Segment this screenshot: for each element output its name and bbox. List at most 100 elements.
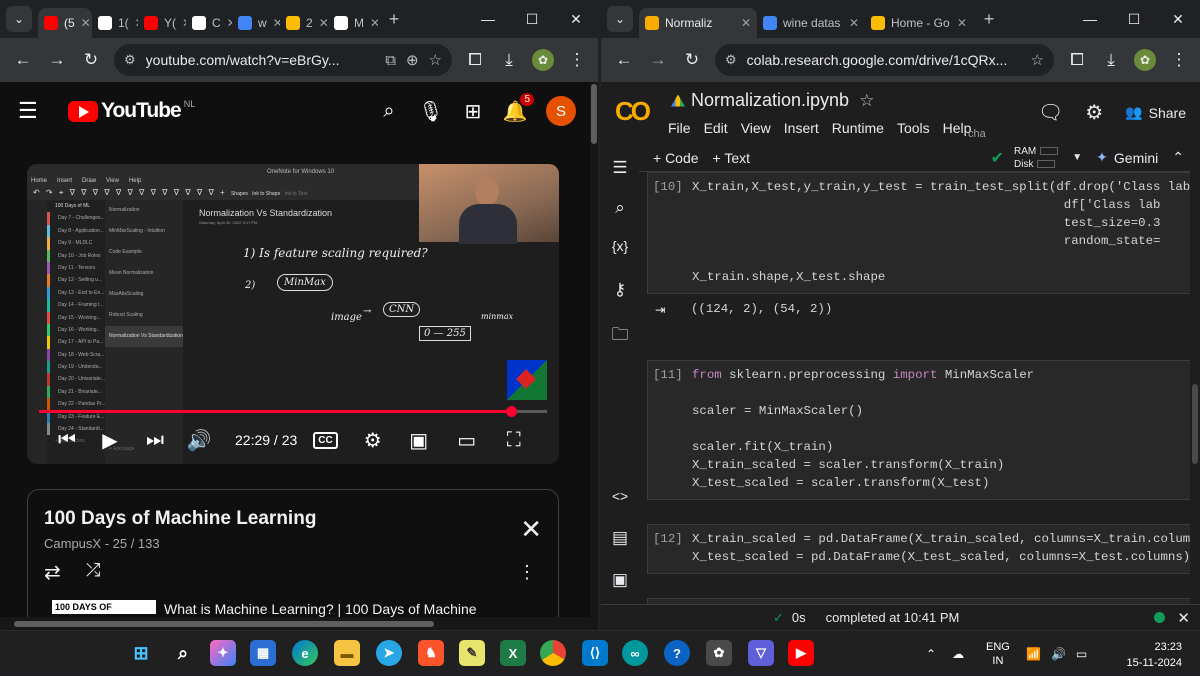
notebook-scrollbar[interactable]: [1190, 144, 1200, 604]
excel-icon[interactable]: X: [500, 640, 526, 666]
gemini-button[interactable]: ✦ Gemini: [1096, 149, 1158, 166]
arduino-icon[interactable]: ∞: [622, 640, 648, 666]
open-in-new-icon[interactable]: ⧉: [385, 52, 396, 69]
show-hidden-icons[interactable]: ⌃: [926, 647, 936, 661]
search-icon[interactable]: ⌕: [609, 198, 631, 218]
close-tab-icon[interactable]: ✕: [221, 16, 232, 30]
address-bar[interactable]: ⚙ colab.research.google.com/drive/1cQRx.…: [715, 44, 1054, 76]
star-icon[interactable]: ☆: [859, 91, 874, 111]
bookmark-star-icon[interactable]: ☆: [429, 51, 442, 69]
close-tab-icon[interactable]: ✕: [843, 16, 859, 30]
microphone-icon[interactable]: 🎙: [410, 99, 452, 124]
code-cell[interactable]: [11] from sklearn.preprocessing import Mi…: [647, 360, 1192, 500]
close-tab-icon[interactable]: ✕: [129, 16, 138, 30]
vpn-icon[interactable]: ▽: [748, 640, 774, 666]
vscode-icon[interactable]: ⟨⟩: [582, 640, 608, 666]
playlist-item-thumbnail[interactable]: 100 DAYS OF: [52, 600, 156, 614]
playlist-channel-progress[interactable]: CampusX - 25 / 133: [44, 536, 160, 551]
brave-icon[interactable]: ♞: [418, 640, 444, 666]
miniplayer-icon[interactable]: ▣: [396, 428, 442, 453]
command-palette-icon[interactable]: ▤: [609, 528, 631, 548]
browser-tab[interactable]: w ✕: [232, 8, 280, 38]
telegram-icon[interactable]: ➤: [376, 640, 402, 666]
theater-mode-icon[interactable]: ▭: [442, 428, 492, 453]
table-of-contents-icon[interactable]: ☰: [609, 158, 631, 178]
microsoft-store-icon[interactable]: ▦: [250, 640, 276, 666]
close-tab-icon[interactable]: ✕: [364, 16, 378, 30]
secrets-key-icon[interactable]: ⚷: [609, 280, 631, 300]
clock[interactable]: 23:23 15-11-2024: [1127, 639, 1182, 671]
menu-view[interactable]: View: [741, 120, 771, 136]
file-explorer-icon[interactable]: ▬: [334, 640, 360, 666]
forward-icon[interactable]: →: [641, 50, 675, 70]
browser-tab[interactable]: 2 ✕: [280, 8, 328, 38]
minimize-button[interactable]: —: [466, 11, 510, 27]
menu-tools[interactable]: Tools: [897, 120, 930, 136]
menu-hamburger-icon[interactable]: ☰: [18, 98, 58, 124]
language-indicator[interactable]: ENG IN: [986, 631, 1010, 676]
close-tab-icon[interactable]: ✕: [75, 16, 91, 30]
collapse-chevron-icon[interactable]: ⌃: [1172, 149, 1184, 166]
site-info-icon[interactable]: ⚙: [725, 52, 737, 68]
back-icon[interactable]: ←: [6, 50, 40, 70]
share-button[interactable]: 👥 Share: [1125, 104, 1186, 121]
browser-tab[interactable]: 1(✕: [92, 8, 138, 38]
zoom-icon[interactable]: ⊕: [406, 51, 419, 69]
video-player[interactable]: OneNote for Windows 10 Home Insert Draw Vie…: [27, 164, 559, 464]
more-options-icon[interactable]: ⋮: [518, 562, 536, 583]
add-code-button[interactable]: + Code: [653, 150, 699, 166]
minimize-button[interactable]: —: [1068, 11, 1112, 27]
notifications-bell-icon[interactable]: 🔔 5: [494, 92, 536, 124]
bookmark-star-icon[interactable]: ☆: [1031, 51, 1044, 69]
close-window-button[interactable]: ✕: [1156, 11, 1200, 28]
browser-tab[interactable]: C ✕: [186, 8, 232, 38]
close-status-icon[interactable]: ✕: [1177, 609, 1190, 627]
youtube-app-icon[interactable]: ▶: [788, 640, 814, 666]
onedrive-cloud-icon[interactable]: ☁: [952, 647, 964, 661]
address-bar[interactable]: ⚙ youtube.com/watch?v=eBrGy... ⧉ ⊕ ☆: [114, 44, 452, 76]
reload-icon[interactable]: ↻: [74, 50, 108, 70]
settings-gear-icon[interactable]: ⚙: [1085, 100, 1103, 125]
close-tab-icon[interactable]: ✕: [313, 16, 328, 30]
add-text-button[interactable]: + Text: [713, 150, 751, 166]
play-icon[interactable]: ▶: [87, 428, 133, 453]
search-icon[interactable]: ⌕: [170, 640, 196, 666]
youtube-logo[interactable]: YouTube NL: [68, 99, 195, 123]
menu-insert[interactable]: Insert: [784, 120, 819, 136]
tab-search-button[interactable]: ⌄: [607, 6, 633, 32]
close-tab-icon[interactable]: ✕: [176, 16, 186, 30]
browser-tab[interactable]: (5 ✕: [38, 8, 92, 38]
vertical-scrollbar[interactable]: [590, 82, 598, 617]
playlist-title[interactable]: 100 Days of Machine Learning: [44, 508, 316, 530]
close-window-button[interactable]: ✕: [554, 11, 598, 28]
menu-file[interactable]: File: [668, 120, 691, 136]
back-icon[interactable]: ←: [607, 50, 641, 70]
maximize-button[interactable]: ☐: [510, 11, 554, 28]
user-avatar[interactable]: S: [546, 96, 576, 126]
code-cell[interactable]: [12] X_train_scaled = pd.DataFrame(X_trai…: [647, 524, 1200, 574]
edge-icon[interactable]: e: [292, 640, 318, 666]
profile-avatar[interactable]: ✿: [1134, 49, 1156, 71]
runtime-dropdown-icon[interactable]: ▼: [1072, 152, 1082, 163]
captions-icon[interactable]: CC: [313, 431, 338, 449]
code-snippets-icon[interactable]: <>: [609, 488, 631, 504]
extensions-icon[interactable]: ⧠: [1060, 50, 1094, 70]
start-windows-icon[interactable]: ⊞: [128, 640, 154, 666]
close-playlist-icon[interactable]: ✕: [520, 514, 542, 545]
browser-tab[interactable]: Y(✕: [138, 8, 186, 38]
help-icon[interactable]: ?: [664, 640, 690, 666]
variables-icon[interactable]: {x}: [609, 238, 631, 254]
download-icon[interactable]: ⤓: [1094, 50, 1128, 70]
maximize-button[interactable]: ☐: [1112, 11, 1156, 28]
download-icon[interactable]: ⤓: [492, 50, 526, 70]
settings-gear-icon[interactable]: ⚙: [350, 428, 396, 453]
reload-icon[interactable]: ↻: [675, 50, 709, 70]
chrome-icon[interactable]: [540, 640, 566, 666]
loop-icon[interactable]: ⇄: [44, 560, 61, 585]
site-info-icon[interactable]: ⚙: [124, 52, 136, 68]
copilot-icon[interactable]: ✦: [210, 640, 236, 666]
quick-settings[interactable]: 📶 🔊 ▭: [1026, 631, 1087, 676]
search-icon[interactable]: ⌕: [368, 100, 410, 123]
forward-icon[interactable]: →: [40, 50, 74, 70]
close-tab-icon[interactable]: ✕: [267, 16, 280, 30]
